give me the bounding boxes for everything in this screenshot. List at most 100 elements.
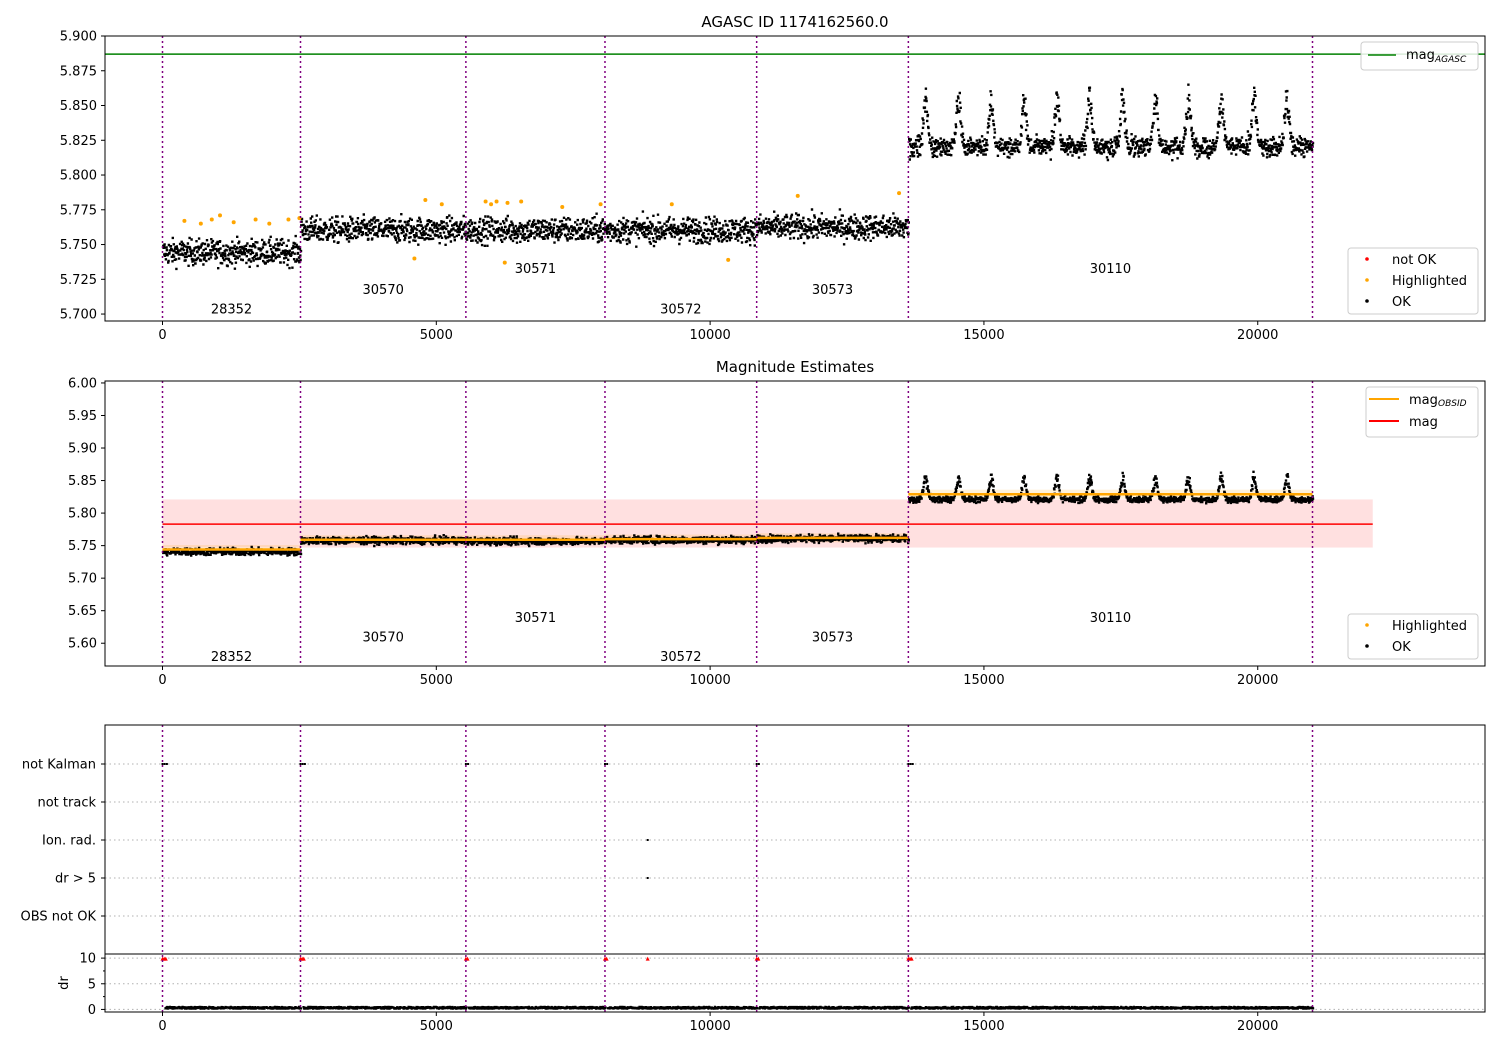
p1-ytick-label: 5.875 (60, 64, 97, 79)
p1-obsid-label: 30110 (1090, 262, 1131, 277)
p1-legend-marker (1365, 278, 1369, 282)
p1-obsid-label: 30570 (363, 283, 404, 298)
p3-xtick-label: 15000 (963, 1019, 1004, 1034)
p1-highlighted-point (209, 217, 214, 222)
p1-legend-label: OK (1392, 295, 1411, 310)
p1-xtick-label: 20000 (1237, 328, 1278, 343)
p3-flag-row-label: not Kalman (22, 758, 96, 773)
p3-flag-point (757, 763, 760, 765)
p2-legend-label: OK (1392, 640, 1411, 655)
p2-ytick-label: 5.70 (68, 572, 97, 587)
p3-flag-row-label: not track (37, 796, 96, 811)
p1-highlighted-point (483, 199, 488, 204)
p3-xtick-label: 5000 (420, 1019, 453, 1034)
p2-obsid-label: 30110 (1090, 611, 1131, 626)
p1-legend-agasc-label: mag (1406, 48, 1435, 63)
p1-ytick-label: 5.775 (60, 203, 97, 218)
p2-ytick-label: 5.95 (68, 409, 97, 424)
p3-dr-ytick-label: 5 (88, 977, 96, 992)
p1-xtick-label: 10000 (689, 328, 730, 343)
p2-ytick-label: 5.65 (68, 604, 97, 619)
p3-flag-point (301, 763, 304, 765)
p1-legend-marker (1365, 257, 1369, 261)
p2-xtick-label: 10000 (689, 673, 730, 688)
p2-legend-label: mag (1409, 393, 1438, 408)
p1-legend-agasc-subscript: AGASC (1434, 55, 1467, 65)
p1-highlighted-point (897, 191, 902, 196)
p1-highlighted-point (560, 205, 565, 209)
p1-highlighted-point (795, 193, 800, 198)
p3-dr-ytick-label: 10 (79, 952, 96, 967)
p2-xtick-label: 15000 (963, 673, 1004, 688)
p1-ytick-label: 5.900 (60, 30, 97, 45)
p3-dr-ytick-label: 0 (88, 1003, 96, 1018)
p2-xtick-label: 20000 (1237, 673, 1278, 688)
p2-ytick-label: 6.00 (68, 376, 97, 391)
p2-legend-label: Highlighted (1392, 619, 1467, 634)
p2-xtick-label: 5000 (420, 673, 453, 688)
p3-flag-point (163, 763, 166, 765)
p1-highlighted-point (218, 213, 222, 218)
p3-flag-point (646, 877, 649, 879)
p1-ytick-label: 5.725 (60, 273, 97, 288)
p1-highlighted-point (286, 217, 291, 222)
p3-flag-row-label: dr > 5 (55, 872, 96, 887)
p3-flag-point (161, 763, 164, 765)
p2-obsid-label: 30571 (515, 611, 556, 626)
p2-ytick-label: 5.60 (68, 637, 97, 652)
p2-obsid-label: 30572 (660, 650, 701, 665)
p1-ytick-label: 5.850 (60, 99, 97, 114)
p2-ytick-label: 5.80 (68, 507, 97, 522)
p2-ytick-label: 5.85 (68, 474, 97, 489)
p1-highlighted-point (439, 202, 444, 207)
p1-ytick-label: 5.700 (60, 308, 97, 323)
p3-xtick-label: 20000 (1237, 1019, 1278, 1034)
p1-highlighted-point (198, 221, 203, 226)
p1-highlighted-point (726, 257, 731, 262)
p2-ytick-label: 5.75 (68, 539, 97, 554)
p1-obsid-label: 28352 (211, 302, 252, 317)
p1-obsid-label: 30572 (660, 302, 701, 317)
panel-agasc-legend-top: mag AGASC (1360, 41, 1479, 71)
panel-agasc-legend-bottom: not OK Highlighted OK (1347, 247, 1479, 315)
p1-obsid-label: 30573 (812, 283, 853, 298)
p1-highlighted-point (423, 198, 428, 203)
p3-flag-point (755, 763, 758, 765)
p2-obsid-label: 28352 (211, 650, 252, 665)
p1-highlighted-point (412, 256, 417, 261)
p3-xtick-label: 10000 (689, 1019, 730, 1034)
p2-legend-marker (1365, 623, 1369, 627)
p3-flag-point (909, 763, 912, 765)
p1-highlighted-point (505, 200, 510, 205)
p2-legend-label: mag (1409, 415, 1438, 430)
p1-ytick-label: 5.750 (60, 238, 97, 253)
p1-legend-marker (1365, 299, 1369, 303)
p2-legend-subscript: OBSID (1438, 399, 1467, 409)
p3-dr-points (164, 1005, 1315, 1010)
p1-highlighted-point (669, 202, 674, 207)
p1-ytick-label: 5.800 (60, 169, 97, 184)
p3-flag-point (299, 763, 302, 765)
p1-ytick-label: 5.825 (60, 134, 97, 149)
p3-flag-point (467, 763, 470, 765)
p1-highlighted-point (182, 218, 187, 223)
p3-flag-point (464, 763, 467, 765)
p1-xtick-label: 15000 (963, 328, 1004, 343)
p1-xtick-label: 5000 (420, 328, 453, 343)
p1-xtick-label: 0 (158, 328, 166, 343)
p1-highlighted-point (267, 221, 272, 226)
p3-flag-point (907, 763, 910, 765)
p1-highlighted-point (598, 202, 603, 207)
p2-xtick-label: 0 (158, 673, 166, 688)
p1-highlighted-point (494, 199, 499, 204)
p3-flag-point (165, 763, 168, 765)
p3-flag-point (911, 763, 914, 765)
p3-flag-point (606, 763, 609, 765)
p1-obsid-label: 30571 (515, 262, 556, 277)
p3-flag-row-label: Ion. rad. (42, 834, 96, 849)
panel-magnitude-title: Magnitude Estimates (716, 358, 874, 376)
panel-magnitude-legend-bottom: Highlighted OK (1347, 613, 1479, 660)
p3-flag-point (303, 763, 306, 765)
figure: AGASC ID 1174162560.0 5.7005.7255.7505.7… (0, 0, 1500, 1050)
p2-ytick-label: 5.90 (68, 442, 97, 457)
